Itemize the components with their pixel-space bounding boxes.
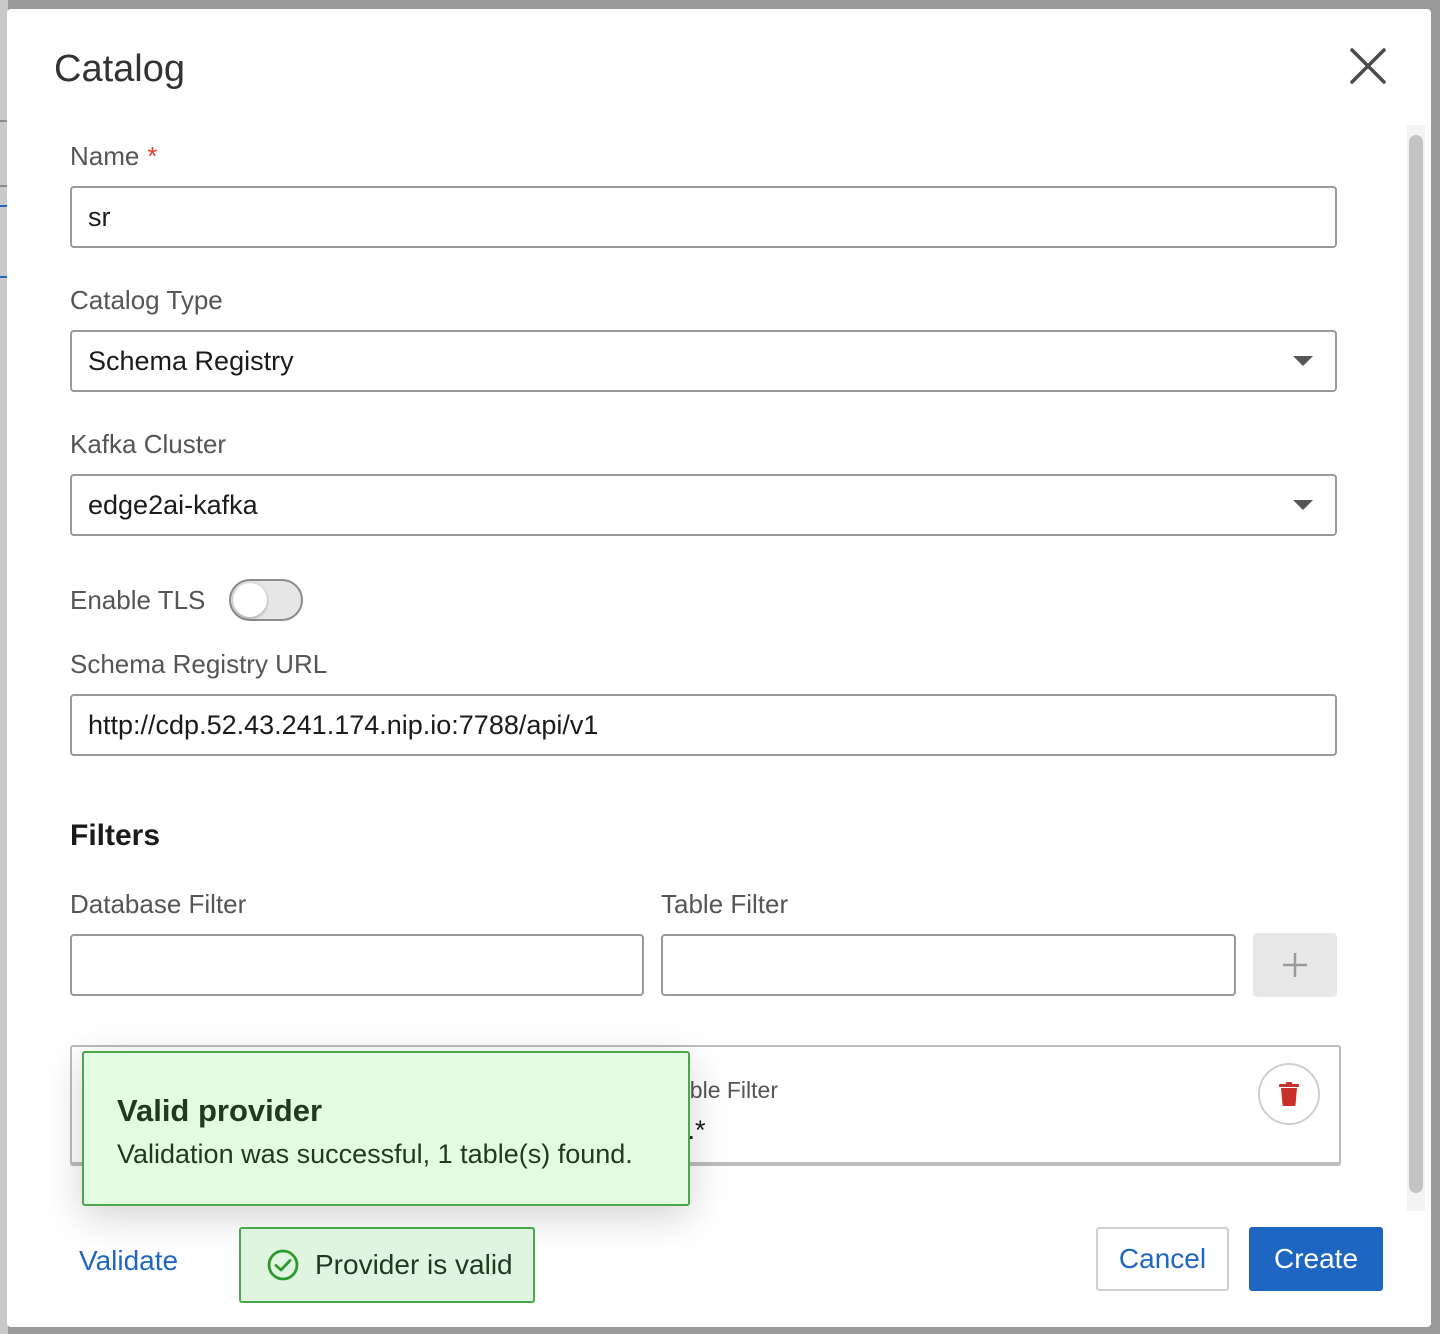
toggle-knob bbox=[233, 583, 267, 617]
kafka-cluster-select[interactable]: edge2ai-kafka bbox=[70, 474, 1337, 536]
required-marker: * bbox=[147, 141, 158, 171]
validation-toast: Valid provider Validation was successful… bbox=[82, 1051, 690, 1206]
catalog-type-select[interactable]: Schema Registry bbox=[70, 330, 1337, 392]
database-filter-label: Database Filter bbox=[70, 889, 247, 919]
catalog-type-value: Schema Registry bbox=[88, 345, 294, 376]
cancel-button[interactable]: Cancel bbox=[1096, 1227, 1229, 1291]
schema-registry-url-label: Schema Registry URL bbox=[70, 649, 328, 679]
chevron-down-icon bbox=[1293, 356, 1313, 366]
status-badge: Provider is valid bbox=[239, 1227, 535, 1303]
name-label-text: Name bbox=[70, 141, 140, 171]
schema-registry-url-input[interactable]: http://cdp.52.43.241.174.nip.io:7788/api… bbox=[70, 694, 1337, 756]
dialog-title: Catalog bbox=[54, 48, 185, 90]
name-input-value: sr bbox=[88, 201, 111, 232]
database-filter-input[interactable] bbox=[70, 934, 644, 996]
status-text: Provider is valid bbox=[315, 1249, 513, 1280]
toast-message: Validation was successful, 1 table(s) fo… bbox=[117, 1139, 633, 1169]
kafka-cluster-label: Kafka Cluster bbox=[70, 429, 227, 459]
plus-icon bbox=[1283, 953, 1307, 977]
filters-heading: Filters bbox=[70, 819, 161, 852]
enable-tls-label: Enable TLS bbox=[70, 585, 206, 615]
close-icon bbox=[1350, 48, 1386, 84]
dialog-scrollbar[interactable] bbox=[1407, 125, 1425, 1211]
name-input[interactable]: sr bbox=[70, 186, 1337, 248]
enable-tls-toggle[interactable] bbox=[229, 579, 303, 621]
filter-row-table-label: able Filter bbox=[677, 1077, 778, 1103]
kafka-cluster-value: edge2ai-kafka bbox=[88, 489, 258, 520]
check-circle-icon bbox=[267, 1249, 299, 1281]
add-filter-button[interactable] bbox=[1253, 933, 1337, 997]
catalog-type-label: Catalog Type bbox=[70, 285, 223, 315]
trash-icon bbox=[1279, 1082, 1299, 1106]
catalog-dialog: Catalog Name * sr Catalog Type Schema Reg… bbox=[7, 9, 1431, 1327]
validate-button[interactable]: Validate bbox=[79, 1245, 178, 1277]
toast-title: Valid provider bbox=[117, 1093, 323, 1128]
close-button[interactable] bbox=[1343, 41, 1393, 91]
name-label: Name * bbox=[70, 140, 157, 172]
delete-filter-button[interactable] bbox=[1258, 1063, 1320, 1125]
table-filter-input[interactable] bbox=[661, 934, 1236, 996]
create-button[interactable]: Create bbox=[1249, 1227, 1383, 1291]
table-filter-label: Table Filter bbox=[661, 889, 789, 919]
scrollbar-thumb[interactable] bbox=[1409, 135, 1423, 1193]
chevron-down-icon bbox=[1293, 500, 1313, 510]
schema-registry-url-value: http://cdp.52.43.241.174.nip.io:7788/api… bbox=[88, 709, 599, 740]
